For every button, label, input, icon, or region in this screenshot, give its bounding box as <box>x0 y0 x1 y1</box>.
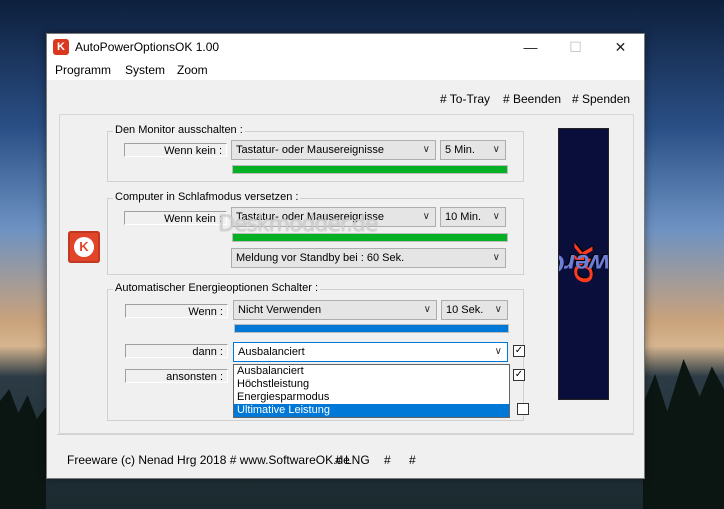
background-trees-right <box>643 359 724 509</box>
chevron-down-icon: ∨ <box>423 304 431 315</box>
monitor-time-value: 5 Min. <box>445 144 475 156</box>
footer-separator <box>57 434 634 435</box>
energy-when-select[interactable]: Nicht Verwenden ∨ <box>233 300 437 320</box>
dropdown-option-ultimative-leistung[interactable]: Ultimative Leistung <box>234 404 509 417</box>
monitor-time-select[interactable]: 5 Min. ∨ <box>440 140 506 160</box>
dropdown-option-ausbalanciert[interactable]: Ausbalanciert <box>234 365 509 378</box>
energy-else-label: ansonsten : <box>125 369 228 383</box>
energy-group-label: Automatischer Energieoptionen Schalter : <box>113 282 321 294</box>
background-trees-left <box>0 389 46 509</box>
chevron-down-icon: ∨ <box>494 346 502 357</box>
monitor-event-value: Tastatur- oder Mausereignisse <box>236 144 384 156</box>
to-tray-link[interactable]: # To-Tray <box>440 92 490 106</box>
energy-then-value: Ausbalanciert <box>238 346 305 358</box>
dropdown-option-hoechstleistung[interactable]: Höchstleistung <box>234 378 509 391</box>
chevron-down-icon: ∨ <box>492 252 500 263</box>
chevron-down-icon: ∨ <box>422 211 430 222</box>
menu-system[interactable]: System <box>125 63 165 77</box>
chevron-down-icon: ∨ <box>492 144 500 155</box>
minimize-button[interactable]: — <box>508 34 553 60</box>
energy-dropdown-list: Ausbalanciert Höchstleistung Energiespar… <box>233 364 510 418</box>
footer-lng-link[interactable]: # LNG <box>335 453 370 467</box>
else-checkbox[interactable]: ✓ <box>513 369 525 381</box>
footer-copyright-link[interactable]: Freeware (c) Nenad Hrg 2018 # www.Softwa… <box>67 453 350 467</box>
monitor-progress-fill <box>233 166 507 173</box>
then-checkbox[interactable]: ✓ <box>513 345 525 357</box>
dropdown-option-energiesparmodus[interactable]: Energiesparmodus <box>234 391 509 404</box>
maximize-button[interactable]: ☐ <box>553 34 598 60</box>
energy-progress-fill <box>235 325 508 332</box>
app-window: K AutoPowerOptionsOK 1.00 — ☐ ✕ Programm… <box>46 33 645 479</box>
energy-when-value: Nicht Verwenden <box>238 304 322 316</box>
extra-checkbox[interactable] <box>517 403 529 415</box>
energy-progress-bar <box>234 324 509 333</box>
app-logo-icon: K <box>68 231 100 263</box>
standby-message-value: Meldung vor Standby bei : 60 Sek. <box>236 252 405 264</box>
sleep-when-label: Wenn kein : <box>124 211 227 225</box>
energy-time-select[interactable]: 10 Sek. ∨ <box>441 300 508 320</box>
banner-text-part1: AutoPowerOptions <box>559 249 609 280</box>
spenden-link[interactable]: # Spenden <box>572 92 630 106</box>
monitor-when-label: Wenn kein : <box>124 143 227 157</box>
monitor-event-select[interactable]: Tastatur- oder Mausereignisse ∨ <box>231 140 436 160</box>
sleep-time-value: 10 Min. <box>445 211 482 223</box>
footer-hash-link-2[interactable]: # <box>409 453 416 467</box>
sleep-group-label: Computer in Schlafmodus versetzen : <box>113 191 301 203</box>
app-icon: K <box>53 39 69 55</box>
energy-when-label: Wenn : <box>125 304 228 318</box>
sleep-time-select[interactable]: 10 Min. ∨ <box>440 207 506 227</box>
energy-then-select[interactable]: Ausbalanciert ∨ <box>233 342 508 362</box>
beenden-link[interactable]: # Beenden <box>503 92 561 106</box>
monitor-progress-bar <box>232 165 508 174</box>
menu-zoom[interactable]: Zoom <box>177 63 208 77</box>
footer-hash-link-1[interactable]: # <box>384 453 391 467</box>
energy-time-value: 10 Sek. <box>446 304 484 316</box>
energy-then-label: dann : <box>125 344 228 358</box>
title-bar: K AutoPowerOptionsOK 1.00 — ☐ ✕ <box>47 34 644 60</box>
autopoweroptions-banner: AutoPowerOptionsOK <box>558 128 609 400</box>
menu-programm[interactable]: Programm <box>55 63 111 77</box>
menu-bar: Programm System Zoom <box>47 60 644 80</box>
monitor-group-label: Den Monitor ausschalten : <box>113 124 245 136</box>
watermark-text: Deskmodder.de <box>218 212 379 237</box>
close-button[interactable]: ✕ <box>598 34 643 60</box>
chevron-down-icon: ∨ <box>492 211 500 222</box>
chevron-down-icon: ∨ <box>422 144 430 155</box>
standby-message-select[interactable]: Meldung vor Standby bei : 60 Sek. ∨ <box>231 248 506 268</box>
chevron-down-icon: ∨ <box>494 304 502 315</box>
window-title: AutoPowerOptionsOK 1.00 <box>75 40 220 54</box>
